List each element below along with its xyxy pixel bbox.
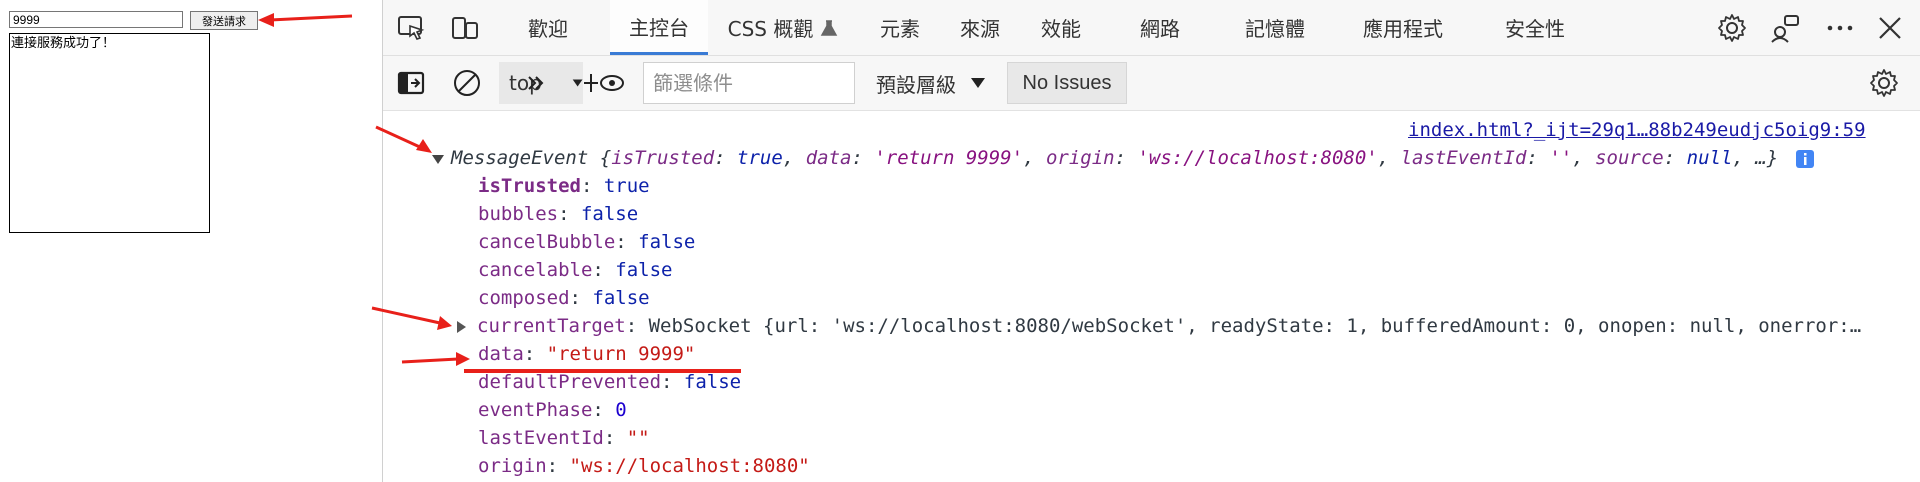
- prop-composed: composed: false: [478, 287, 650, 309]
- clear-console-icon[interactable]: [451, 67, 483, 99]
- prop-lasteventid: lastEventId: "": [478, 427, 650, 449]
- prop-cancelable: cancelable: false: [478, 259, 673, 281]
- tab-css-overview[interactable]: CSS 概觀: [718, 0, 848, 55]
- prop-currenttarget[interactable]: currentTarget: WebSocket {url: 'ws://loc…: [455, 312, 1861, 340]
- send-request-button[interactable]: 發送請求: [190, 11, 258, 30]
- prop-defaultprevented: defaultPrevented: false: [478, 371, 742, 393]
- web-page-panel: 發送請求 連接服務成功了！: [0, 0, 382, 482]
- info-icon[interactable]: [1795, 149, 1814, 168]
- expand-triangle-icon[interactable]: [431, 153, 445, 165]
- tab-elements[interactable]: 元素: [865, 0, 935, 55]
- prop-origin: origin: "ws://localhost:8080": [478, 455, 810, 477]
- inspect-icon[interactable]: [395, 12, 427, 44]
- filter-input[interactable]: [643, 62, 855, 104]
- tab-sources[interactable]: 來源: [945, 0, 1015, 55]
- devtools-tab-bar: 歡迎 主控台 CSS 概觀 元素 來源 效能 網路 記憶體 應用程式 安全性: [383, 0, 1920, 56]
- output-textarea[interactable]: 連接服務成功了！: [9, 33, 210, 233]
- collapsed-triangle-icon[interactable]: [455, 320, 467, 334]
- issues-label: No Issues: [1022, 71, 1112, 94]
- tab-welcome[interactable]: 歡迎: [507, 0, 589, 55]
- live-expression-icon[interactable]: [581, 67, 627, 99]
- console-toolbar: top 預設層級 No Issues: [383, 56, 1920, 111]
- prop-eventphase: eventPhase: 0: [478, 399, 627, 421]
- message-input[interactable]: [9, 11, 183, 28]
- flask-icon: [821, 19, 838, 36]
- prop-cancelbubble: cancelBubble: false: [478, 231, 696, 253]
- source-link[interactable]: index.html?_ijt=29q1…88b249eudjc5oig9:59: [1408, 119, 1866, 141]
- issues-button[interactable]: No Issues: [1007, 62, 1127, 104]
- console-settings-icon[interactable]: [1867, 66, 1901, 100]
- tab-performance[interactable]: 效能: [1026, 0, 1096, 55]
- prop-data: data: "return 9999": [478, 343, 696, 365]
- feedback-icon[interactable]: [1768, 11, 1802, 45]
- chevron-down-icon: [971, 78, 985, 88]
- tab-memory[interactable]: 記憶體: [1230, 0, 1320, 55]
- prop-istrusted: isTrusted: true: [478, 175, 650, 197]
- device-emulation-icon[interactable]: [449, 12, 481, 44]
- more-icon[interactable]: [1823, 11, 1857, 45]
- console-output: index.html?_ijt=29q1…88b249eudjc5oig9:59…: [383, 111, 1920, 482]
- devtools-panel: 歡迎 主控台 CSS 概觀 元素 來源 效能 網路 記憶體 應用程式 安全性 t…: [383, 0, 1920, 482]
- tab-application[interactable]: 應用程式: [1348, 0, 1458, 55]
- prop-bubbles: bubbles: false: [478, 203, 639, 225]
- double-chevron-icon[interactable]: [525, 70, 547, 96]
- message-event-summary[interactable]: MessageEvent {isTrusted: true, data: 're…: [431, 144, 1814, 172]
- tab-security[interactable]: 安全性: [1493, 0, 1577, 55]
- log-levels-dropdown[interactable]: 預設層級: [865, 62, 993, 104]
- tab-console[interactable]: 主控台: [610, 0, 708, 55]
- settings-icon[interactable]: [1715, 11, 1749, 45]
- output-text: 連接服務成功了！: [11, 36, 116, 51]
- sidebar-toggle-icon[interactable]: [395, 67, 427, 99]
- tab-network[interactable]: 網路: [1125, 0, 1195, 55]
- levels-label: 預設層級: [876, 72, 956, 97]
- close-icon[interactable]: [1873, 11, 1907, 45]
